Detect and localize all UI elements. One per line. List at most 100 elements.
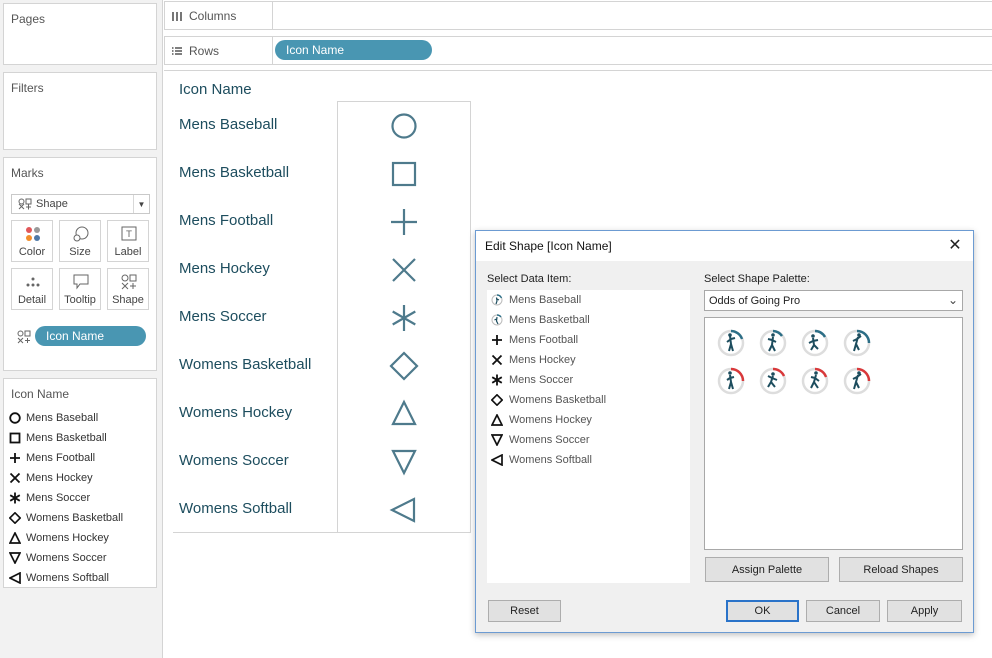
tooltip-button[interactable]: Tooltip — [59, 268, 101, 310]
row-label[interactable]: Womens Hockey — [179, 404, 292, 421]
shape-button[interactable]: Shape — [107, 268, 149, 310]
list-item[interactable]: Mens Basketball — [491, 311, 590, 329]
list-item[interactable]: Mens Soccer — [491, 371, 573, 389]
apply-button[interactable]: Apply — [887, 600, 962, 622]
shape-field-pill[interactable]: Icon Name — [35, 326, 146, 346]
reset-button[interactable]: Reset — [488, 600, 561, 622]
diamond-icon[interactable] — [388, 350, 420, 382]
rows-shelf-label: Rows — [165, 37, 273, 64]
x-icon[interactable] — [388, 254, 420, 286]
rows-icon — [172, 46, 182, 55]
asterisk-icon[interactable] — [388, 302, 420, 334]
square-icon — [9, 432, 21, 444]
rows-field-pill[interactable]: Icon Name — [275, 40, 432, 60]
legend-item[interactable]: Mens Baseball — [9, 408, 98, 428]
columns-shelf[interactable]: Columns — [164, 1, 992, 30]
x-icon — [491, 354, 503, 366]
assign-palette-button[interactable]: Assign Palette — [705, 557, 829, 582]
rows-shelf[interactable]: Rows Icon Name — [164, 36, 992, 65]
list-item-label: Womens Soccer — [509, 434, 590, 446]
player-shape-icon[interactable] — [800, 328, 830, 358]
mark-type-dropdown[interactable]: Shape ▼ — [11, 194, 150, 214]
select-data-item-label: Select Data Item: — [487, 273, 572, 285]
size-button[interactable]: Size — [59, 220, 101, 262]
list-item[interactable]: Womens Softball — [491, 451, 592, 469]
triangle-left-icon[interactable] — [388, 494, 420, 526]
triangle-up-icon[interactable] — [388, 398, 420, 430]
svg-text:T: T — [125, 230, 132, 240]
shape-icon — [121, 274, 137, 290]
detail-button[interactable]: Detail — [11, 268, 53, 310]
legend-item[interactable]: Mens Football — [9, 448, 95, 468]
circle-icon[interactable] — [388, 110, 420, 142]
shape-palette-grid[interactable] — [704, 317, 963, 550]
triangle-down-icon[interactable] — [388, 446, 420, 478]
legend-item[interactable]: Womens Hockey — [9, 528, 109, 548]
row-label[interactable]: Womens Softball — [179, 500, 292, 517]
player-shape-icon[interactable] — [716, 328, 746, 358]
row-label[interactable]: Mens Soccer — [179, 308, 267, 325]
player-shape-icon[interactable] — [716, 366, 746, 396]
close-icon[interactable]: ✕ — [945, 236, 965, 256]
pane-top-border — [337, 101, 471, 102]
triangle-up-icon — [491, 414, 503, 426]
filters-title: Filters — [11, 81, 44, 95]
legend-item[interactable]: Womens Softball — [9, 568, 109, 588]
triangle-up-icon — [9, 532, 21, 544]
legend-item[interactable]: Mens Soccer — [9, 488, 90, 508]
row-label[interactable]: Womens Soccer — [179, 452, 289, 469]
size-label: Size — [69, 246, 91, 258]
filters-card[interactable]: Filters — [3, 72, 157, 150]
player-shape-icon[interactable] — [758, 328, 788, 358]
triangle-down-icon — [9, 552, 21, 564]
tooltip-label: Tooltip — [64, 294, 96, 306]
ok-button[interactable]: OK — [726, 600, 799, 622]
triangle-down-icon — [491, 434, 503, 446]
reload-shapes-button[interactable]: Reload Shapes — [839, 557, 963, 582]
list-item-label: Mens Hockey — [509, 354, 576, 366]
row-label[interactable]: Mens Basketball — [179, 164, 289, 181]
list-item[interactable]: Womens Basketball — [491, 391, 606, 409]
plus-icon — [10, 453, 20, 463]
list-item[interactable]: Mens Hockey — [491, 351, 576, 369]
legend-item[interactable]: Mens Hockey — [9, 468, 93, 488]
list-item-label: Womens Softball — [509, 454, 592, 466]
list-item[interactable]: Womens Hockey — [491, 411, 592, 429]
player-shape-icon[interactable] — [842, 366, 872, 396]
circle-icon — [9, 412, 21, 424]
row-label[interactable]: Mens Football — [179, 212, 273, 229]
pages-card[interactable]: Pages — [3, 3, 157, 65]
row-label[interactable]: Mens Hockey — [179, 260, 270, 277]
triangle-left-icon — [9, 572, 21, 584]
row-label[interactable]: Mens Baseball — [179, 116, 277, 133]
list-item[interactable]: Mens Baseball — [491, 291, 581, 309]
legend-item[interactable]: Mens Basketball — [9, 428, 107, 448]
list-item[interactable]: Mens Football — [491, 331, 578, 349]
pages-title: Pages — [11, 12, 46, 26]
legend-item[interactable]: Womens Basketball — [9, 508, 123, 528]
data-item-list[interactable]: Mens Baseball Mens Basketball Mens Footb… — [487, 290, 690, 583]
label-button[interactable]: T Label — [107, 220, 149, 262]
shape-palette-select[interactable]: Odds of Going Pro ⌄ — [704, 290, 963, 311]
row-header-title: Icon Name — [179, 81, 252, 98]
player-shape-icon[interactable] — [758, 366, 788, 396]
legend-label: Mens Hockey — [26, 472, 93, 484]
chevron-down-icon[interactable]: ⌄ — [948, 293, 958, 307]
detail-icon — [26, 277, 40, 287]
cancel-button[interactable]: Cancel — [806, 600, 880, 622]
color-button[interactable]: Color — [11, 220, 53, 262]
list-item[interactable]: Womens Soccer — [491, 431, 590, 449]
diamond-icon — [491, 394, 503, 406]
row-label[interactable]: Womens Basketball — [179, 356, 311, 373]
player-shape-icon[interactable] — [800, 366, 830, 396]
legend-item[interactable]: Womens Soccer — [9, 548, 107, 568]
chevron-down-icon[interactable]: ▼ — [133, 195, 149, 213]
asterisk-icon — [9, 492, 21, 504]
legend-label: Womens Soccer — [26, 552, 107, 564]
plus-icon[interactable] — [388, 206, 420, 238]
legend-label: Mens Baseball — [26, 412, 99, 424]
mark-type-label: Shape — [36, 198, 68, 210]
square-icon[interactable] — [388, 158, 420, 190]
columns-label: Columns — [189, 8, 237, 23]
player-shape-icon[interactable] — [842, 328, 872, 358]
